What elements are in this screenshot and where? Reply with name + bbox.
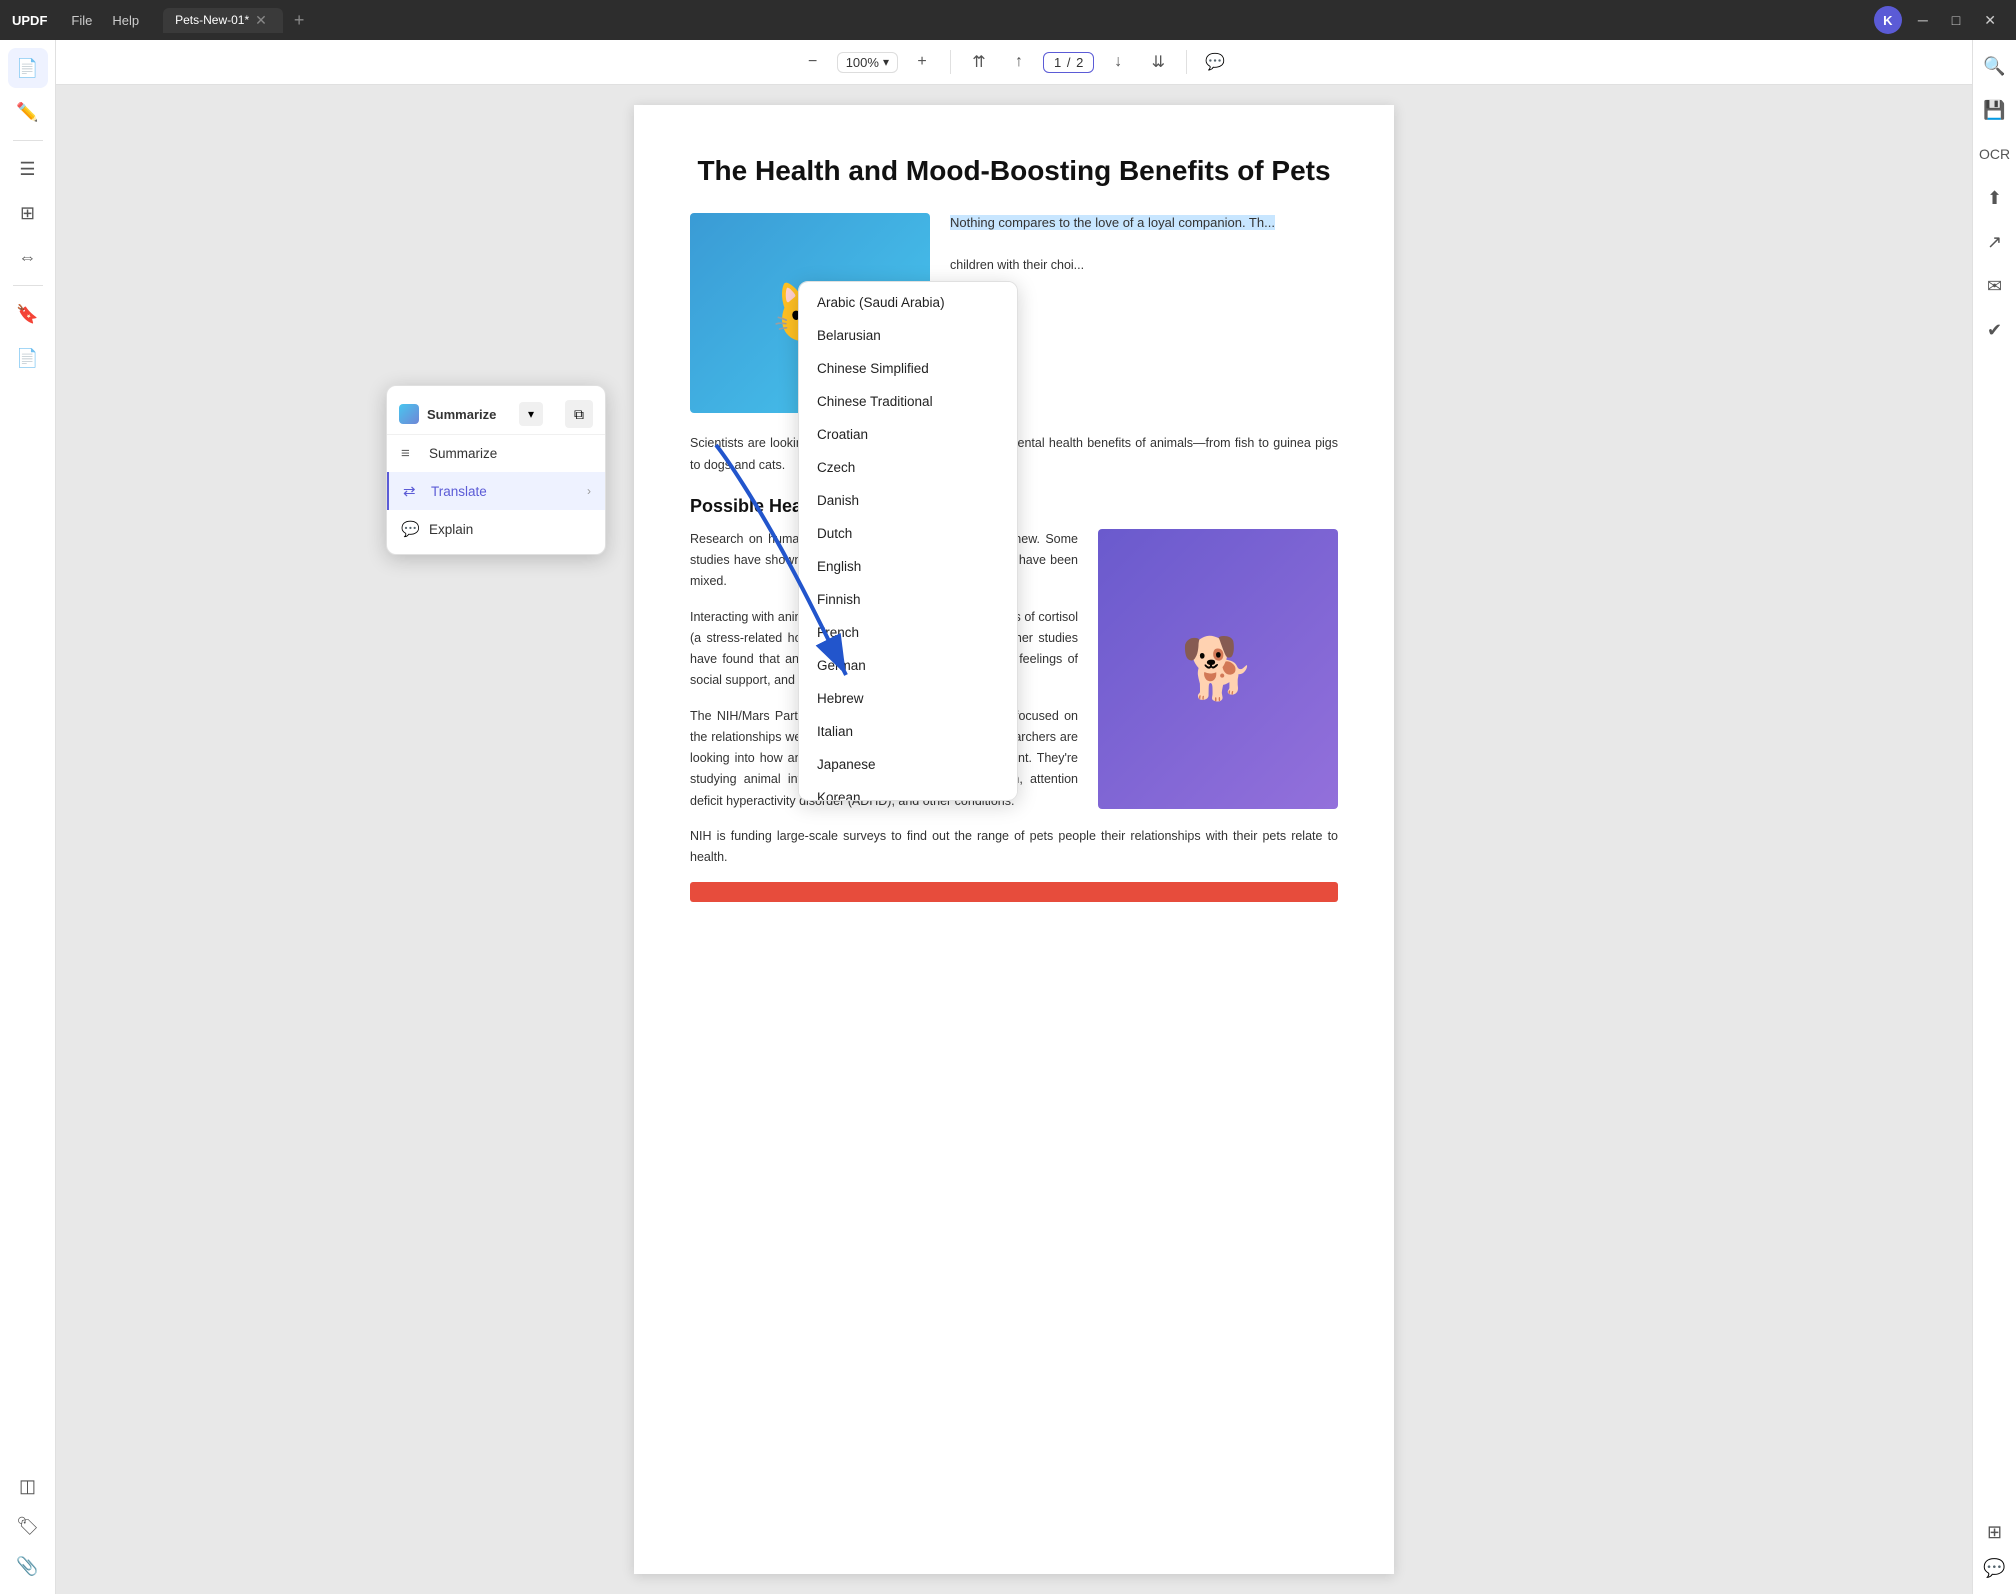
lang-czech[interactable]: Czech <box>799 451 1017 484</box>
right-sidebar: 🔍 💾 OCR ⬆ ↗ ✉ ✔ ⊞ 💬 <box>1972 40 2016 1594</box>
edit-icon[interactable]: ✏️ <box>8 92 48 132</box>
nav-first-btn[interactable]: ⇈ <box>963 46 995 78</box>
lang-arabic[interactable]: Arabic (Saudi Arabia) <box>799 286 1017 319</box>
lang-english[interactable]: English <box>799 550 1017 583</box>
mail-icon[interactable]: ✉ <box>1977 268 2013 304</box>
footer-para: NIH is funding large-scale surveys to fi… <box>690 826 1338 869</box>
chat-right-icon[interactable]: 💬 <box>1977 1550 2013 1586</box>
window-controls: K ─ □ ✕ <box>1874 6 2004 34</box>
tab-bar: Pets-New-01* ✕ + <box>163 8 1866 33</box>
translate-chevron: › <box>587 484 591 498</box>
nav-prev-btn[interactable]: ↑ <box>1003 46 1035 78</box>
context-menu-logo <box>399 404 419 424</box>
verify-icon[interactable]: ✔ <box>1977 312 2013 348</box>
menu-help[interactable]: Help <box>104 9 147 32</box>
context-menu-header: Summarize ▾ ⧉ <box>387 392 605 435</box>
context-menu-title: Summarize <box>427 407 496 422</box>
lang-chinese-simplified[interactable]: Chinese Simplified <box>799 352 1017 385</box>
lang-hebrew[interactable]: Hebrew <box>799 682 1017 715</box>
compare-icon[interactable]: ⇔ <box>8 237 48 277</box>
bookmark-icon[interactable]: 🏷 <box>8 1506 48 1546</box>
zoom-in-btn[interactable]: + <box>906 46 938 78</box>
lang-italian[interactable]: Italian <box>799 715 1017 748</box>
zoom-level[interactable]: 100% ▾ <box>837 52 898 73</box>
content-area: The Health and Mood-Boosting Benefits of… <box>56 85 1972 1594</box>
zoom-out-btn[interactable]: − <box>797 46 829 78</box>
highlight-span: Nothing compares to the love of a loyal … <box>950 215 1275 230</box>
lang-french[interactable]: French <box>799 616 1017 649</box>
translate-icon: ⇄ <box>403 482 421 500</box>
summarize-icon: ≡ <box>401 445 419 462</box>
context-menu-explain[interactable]: 💬 Explain <box>387 510 605 548</box>
tab-close-btn[interactable]: ✕ <box>255 12 267 29</box>
lang-finnish[interactable]: Finnish <box>799 583 1017 616</box>
nav-next-btn[interactable]: ↓ <box>1102 46 1134 78</box>
context-menu-translate[interactable]: ⇄ Translate › <box>387 472 605 510</box>
page-indicator[interactable]: 1 / 2 <box>1043 52 1094 73</box>
comment-btn[interactable]: 💬 <box>1199 46 1231 78</box>
explain-icon: 💬 <box>401 520 419 538</box>
explain-label: Explain <box>429 522 473 537</box>
pdf-title: The Health and Mood-Boosting Benefits of… <box>690 153 1338 189</box>
save-right-icon[interactable]: 💾 <box>1977 92 2013 128</box>
summarize-label: Summarize <box>429 446 497 461</box>
export-icon[interactable]: ⬆ <box>1977 180 2013 216</box>
attachment-icon[interactable]: 📎 <box>8 1546 48 1586</box>
lang-croatian[interactable]: Croatian <box>799 418 1017 451</box>
context-menu: Summarize ▾ ⧉ ≡ Summarize ⇄ Translate › … <box>386 385 606 555</box>
right-sidebar-bottom: ⊞ 💬 <box>1977 1514 2013 1586</box>
lang-japanese[interactable]: Japanese <box>799 748 1017 781</box>
dogs-image: 🐕 <box>1098 529 1338 809</box>
layout-icon[interactable]: ⊞ <box>8 193 48 233</box>
reader-icon[interactable]: 📄 <box>8 48 48 88</box>
tab-pets[interactable]: Pets-New-01* ✕ <box>163 8 283 33</box>
titlebar: UPDF File Help Pets-New-01* ✕ + K ─ □ ✕ <box>0 0 2016 40</box>
tab-label: Pets-New-01* <box>175 13 249 27</box>
nav-last-btn[interactable]: ⇊ <box>1142 46 1174 78</box>
menu-file[interactable]: File <box>63 9 100 32</box>
list-icon[interactable]: ☰ <box>8 149 48 189</box>
red-bar <box>690 882 1338 902</box>
context-menu-copy-btn[interactable]: ⧉ <box>565 400 593 428</box>
sidebar-bottom: ◫ 🏷 📎 <box>8 1466 48 1586</box>
app-body: 📄 ✏️ ☰ ⊞ ⇔ 🔖 📄 ◫ 🏷 📎 − 100% ▾ + ⇈ ↑ <box>0 40 2016 1594</box>
language-dropdown: Arabic (Saudi Arabia) Belarusian Chinese… <box>798 281 1018 801</box>
pages-icon[interactable]: 📄 <box>8 338 48 378</box>
app-logo: UPDF <box>12 13 47 28</box>
minimize-btn[interactable]: ─ <box>1910 8 1936 32</box>
share-icon[interactable]: ↗ <box>1977 224 2013 260</box>
translate-label: Translate <box>431 484 487 499</box>
context-menu-summarize[interactable]: ≡ Summarize <box>387 435 605 472</box>
menu-bar: File Help <box>63 9 147 32</box>
lang-german[interactable]: German <box>799 649 1017 682</box>
avatar[interactable]: K <box>1874 6 1902 34</box>
toolbar-sep-1 <box>950 50 951 74</box>
apps-right-icon[interactable]: ⊞ <box>1977 1514 2013 1550</box>
lang-danish[interactable]: Danish <box>799 484 1017 517</box>
search-right-icon[interactable]: 🔍 <box>1977 48 2013 84</box>
toolbar: − 100% ▾ + ⇈ ↑ 1 / 2 ↓ ⇊ 💬 <box>56 40 1972 85</box>
context-menu-expand-btn[interactable]: ▾ <box>519 402 543 426</box>
maximize-btn[interactable]: □ <box>1944 8 1968 32</box>
stamp-icon[interactable]: 🔖 <box>8 294 48 334</box>
lang-belarusian[interactable]: Belarusian <box>799 319 1017 352</box>
zoom-dropdown-icon: ▾ <box>883 55 889 69</box>
left-sidebar: 📄 ✏️ ☰ ⊞ ⇔ 🔖 📄 ◫ 🏷 📎 <box>0 40 56 1594</box>
sidebar-divider-1 <box>13 140 43 141</box>
sidebar-divider-2 <box>13 285 43 286</box>
lang-dutch[interactable]: Dutch <box>799 517 1017 550</box>
layers-icon[interactable]: ◫ <box>8 1466 48 1506</box>
lang-korean[interactable]: Korean <box>799 781 1017 801</box>
toolbar-sep-2 <box>1186 50 1187 74</box>
close-btn[interactable]: ✕ <box>1976 8 2004 33</box>
tab-add-btn[interactable]: + <box>287 8 311 32</box>
lang-chinese-traditional[interactable]: Chinese Traditional <box>799 385 1017 418</box>
ocr-icon[interactable]: OCR <box>1977 136 2013 172</box>
